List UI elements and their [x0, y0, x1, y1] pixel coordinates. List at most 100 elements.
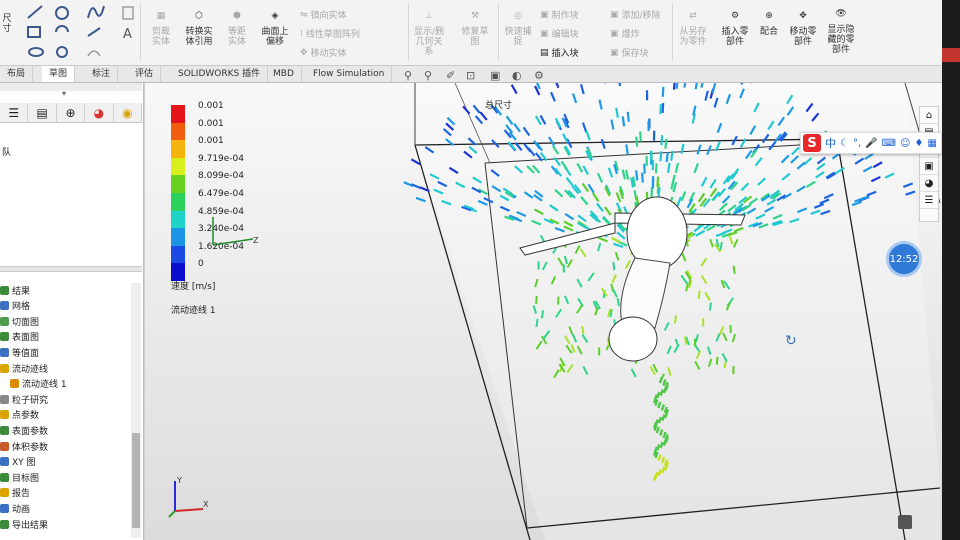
velocity-arrow — [659, 103, 662, 115]
move-part-button[interactable]: ✥ 移动零 部件 — [784, 6, 822, 47]
replace-button[interactable]: ⇄ 从另存 为零件 — [676, 6, 710, 47]
quick-snaps-button[interactable]: ◎ 快速捕捉 — [502, 6, 534, 47]
save-block-tool[interactable]: ▣ 保存块 — [610, 46, 649, 60]
show-hidden-label: 显示隐 藏的零 部件 — [827, 25, 855, 55]
mic-icon[interactable]: 🎤 — [865, 138, 877, 149]
moon-icon[interactable]: ☾ — [840, 138, 849, 149]
velocity-arrow — [661, 86, 665, 97]
custom-properties-icon[interactable]: ☰ — [920, 192, 938, 209]
home-icon[interactable]: ⌂ — [920, 107, 938, 124]
replace-icon: ⇄ — [689, 11, 697, 21]
tree-item[interactable]: 粒子研究 — [0, 392, 48, 406]
make-block-tool[interactable]: ▣ 制作块 — [540, 8, 579, 22]
save-block-icon: ▣ — [610, 47, 619, 58]
tree-scrollbar[interactable] — [131, 283, 141, 538]
insert-block-tool[interactable]: ▤ 插入块 — [540, 46, 579, 60]
tree-item[interactable]: 结果 — [0, 283, 30, 297]
svg-text:X: X — [203, 500, 209, 509]
user-icon[interactable]: ☺ — [900, 138, 910, 149]
punctuation-icon[interactable]: °, — [853, 138, 861, 149]
tab-solidworks-addins[interactable]: SOLIDWORKS 插件 — [171, 66, 269, 82]
tree-item[interactable]: 网格 — [0, 299, 30, 313]
floating-clock[interactable]: 12:52 — [886, 241, 922, 277]
ime-logo[interactable]: S — [803, 134, 821, 152]
tab-flow-simulation[interactable]: Flow Simulation — [306, 66, 393, 82]
move-entities-tool[interactable]: ✥ 移动实体 — [300, 46, 347, 60]
tree-item-icon — [0, 503, 9, 513]
tree-item[interactable]: 等值面 — [0, 345, 39, 359]
display-relations-button[interactable]: ⊥ 显示/删 几何关系 — [412, 6, 446, 57]
velocity-arrow — [708, 302, 712, 311]
sketch-tools-icons[interactable]: A — [22, 2, 140, 64]
legend-swatch — [171, 228, 185, 247]
show-hidden-button[interactable]: 👁 显示隐 藏的零 部件 — [824, 4, 858, 55]
panel-header-strip — [0, 83, 142, 91]
tree-item-icon — [10, 379, 19, 389]
tree-item[interactable]: 报告 — [0, 486, 30, 500]
flow-tab-icon[interactable]: ◉ — [114, 103, 143, 123]
insert-part-button[interactable]: ⚙ 插入零 部件 — [716, 6, 754, 47]
offset-on-surface-button[interactable]: ◈ 曲面上 偏移 — [256, 6, 294, 47]
rotate-cursor-icon: ↻ — [785, 333, 797, 349]
tab-mbd[interactable]: MBD — [266, 66, 302, 82]
config-tab-icon[interactable]: ⊕ — [57, 103, 86, 123]
scrollbar-thumb[interactable] — [132, 433, 140, 528]
tree-splitter[interactable] — [0, 266, 142, 272]
property-tab-icon[interactable]: ▤ — [28, 103, 57, 123]
tree-item[interactable]: XY 图 — [0, 455, 36, 469]
model-sphere — [608, 316, 658, 362]
convert-entities-button[interactable]: ⬡ 转换实 体引用 — [180, 6, 218, 47]
tab-sketch[interactable]: 草图 — [42, 66, 76, 82]
tree-item[interactable]: 切面图 — [0, 314, 39, 328]
skin-icon[interactable]: ♦ — [914, 138, 923, 149]
tree-item[interactable]: 目标图 — [0, 470, 39, 484]
tree-item[interactable]: 导出结果 — [0, 517, 48, 531]
tree-item[interactable]: 表面图 — [0, 330, 39, 344]
feature-manager-panel: ▾ ☰ ▤ ⊕ ◕ ◉ 队 结果 网格 切面图 表面图 等值面 流动迹线 流动迹线 1 粒子研… — [0, 83, 144, 540]
tree-item[interactable]: 体积参数 — [0, 439, 48, 453]
edit-block-tool[interactable]: ▣ 编辑块 — [540, 27, 579, 41]
add-remove-tool[interactable]: ▣ 添加/移除 — [610, 8, 661, 22]
repair-sketch-button[interactable]: ⚒ 修复草图 — [458, 6, 492, 47]
tree-item-label: 目标图 — [12, 473, 40, 484]
velocity-arrow — [654, 163, 658, 174]
view-corner-icon[interactable] — [898, 515, 912, 529]
appearance-tab-icon[interactable]: ◕ — [85, 103, 114, 123]
right-edge-bar — [942, 0, 960, 540]
appearance-icon[interactable]: ◕ — [920, 175, 938, 192]
equidistant-button[interactable]: ⬢ 等距 实体 — [220, 6, 254, 47]
tree-item[interactable]: 流动迹线 1 — [10, 377, 67, 391]
explode-tool[interactable]: ▣ 爆炸 — [610, 27, 640, 41]
grid-icon[interactable]: ▦ — [927, 138, 936, 149]
explode-icon: ▣ — [610, 28, 619, 39]
tab-markup[interactable]: 标注 — [85, 66, 119, 82]
feature-tree-tab-icon[interactable]: ☰ — [0, 103, 29, 123]
tree-item[interactable]: 点参数 — [0, 408, 39, 422]
mirror-entities-button[interactable]: ▦ 剪裁 实体 — [146, 6, 176, 47]
tree-item-label: 点参数 — [12, 411, 40, 422]
mirror-tool[interactable]: ⇋ 镜向实体 — [300, 8, 347, 22]
tree-item[interactable]: 动画 — [0, 501, 30, 515]
keyboard-icon[interactable]: ⌨ — [882, 138, 896, 149]
tree-item-icon — [0, 394, 9, 404]
view-toolbar[interactable]: ⚲ ⚲ ✐ ⊡ ▣ ◐ ⚙ — [400, 67, 560, 82]
ime-toolbar[interactable]: S 中 ☾ °, 🎤 ⌨ ☺ ♦ ▦ — [800, 132, 942, 154]
velocity-arrow — [683, 83, 687, 88]
smart-dimension-button[interactable]: 尺 寸 — [0, 14, 14, 34]
tree-item[interactable]: 表面参数 — [0, 423, 48, 437]
velocity-arrow — [672, 83, 676, 90]
mate-button[interactable]: ⊕ 配合 — [756, 6, 782, 37]
tree-item[interactable]: 流动迹线 — [0, 361, 48, 375]
tab-evaluate[interactable]: 评估 — [128, 66, 162, 82]
close-strip[interactable] — [942, 48, 960, 62]
linear-pattern-label: 线性草图阵列 — [305, 30, 360, 40]
svg-text:A: A — [123, 27, 132, 42]
view-palette-icon[interactable]: ▣ — [920, 158, 938, 175]
tree-item-icon — [0, 285, 9, 295]
legend-axis-triad: Z — [212, 217, 259, 246]
tree-item-label: 动画 — [12, 504, 31, 515]
tab-layout[interactable]: 布局 — [0, 66, 34, 82]
linear-pattern-tool[interactable]: ⁞ 线性草图阵列 — [300, 27, 360, 41]
ime-mode[interactable]: 中 — [825, 135, 836, 151]
panel-collapse-icon[interactable]: ▾ — [62, 89, 66, 98]
